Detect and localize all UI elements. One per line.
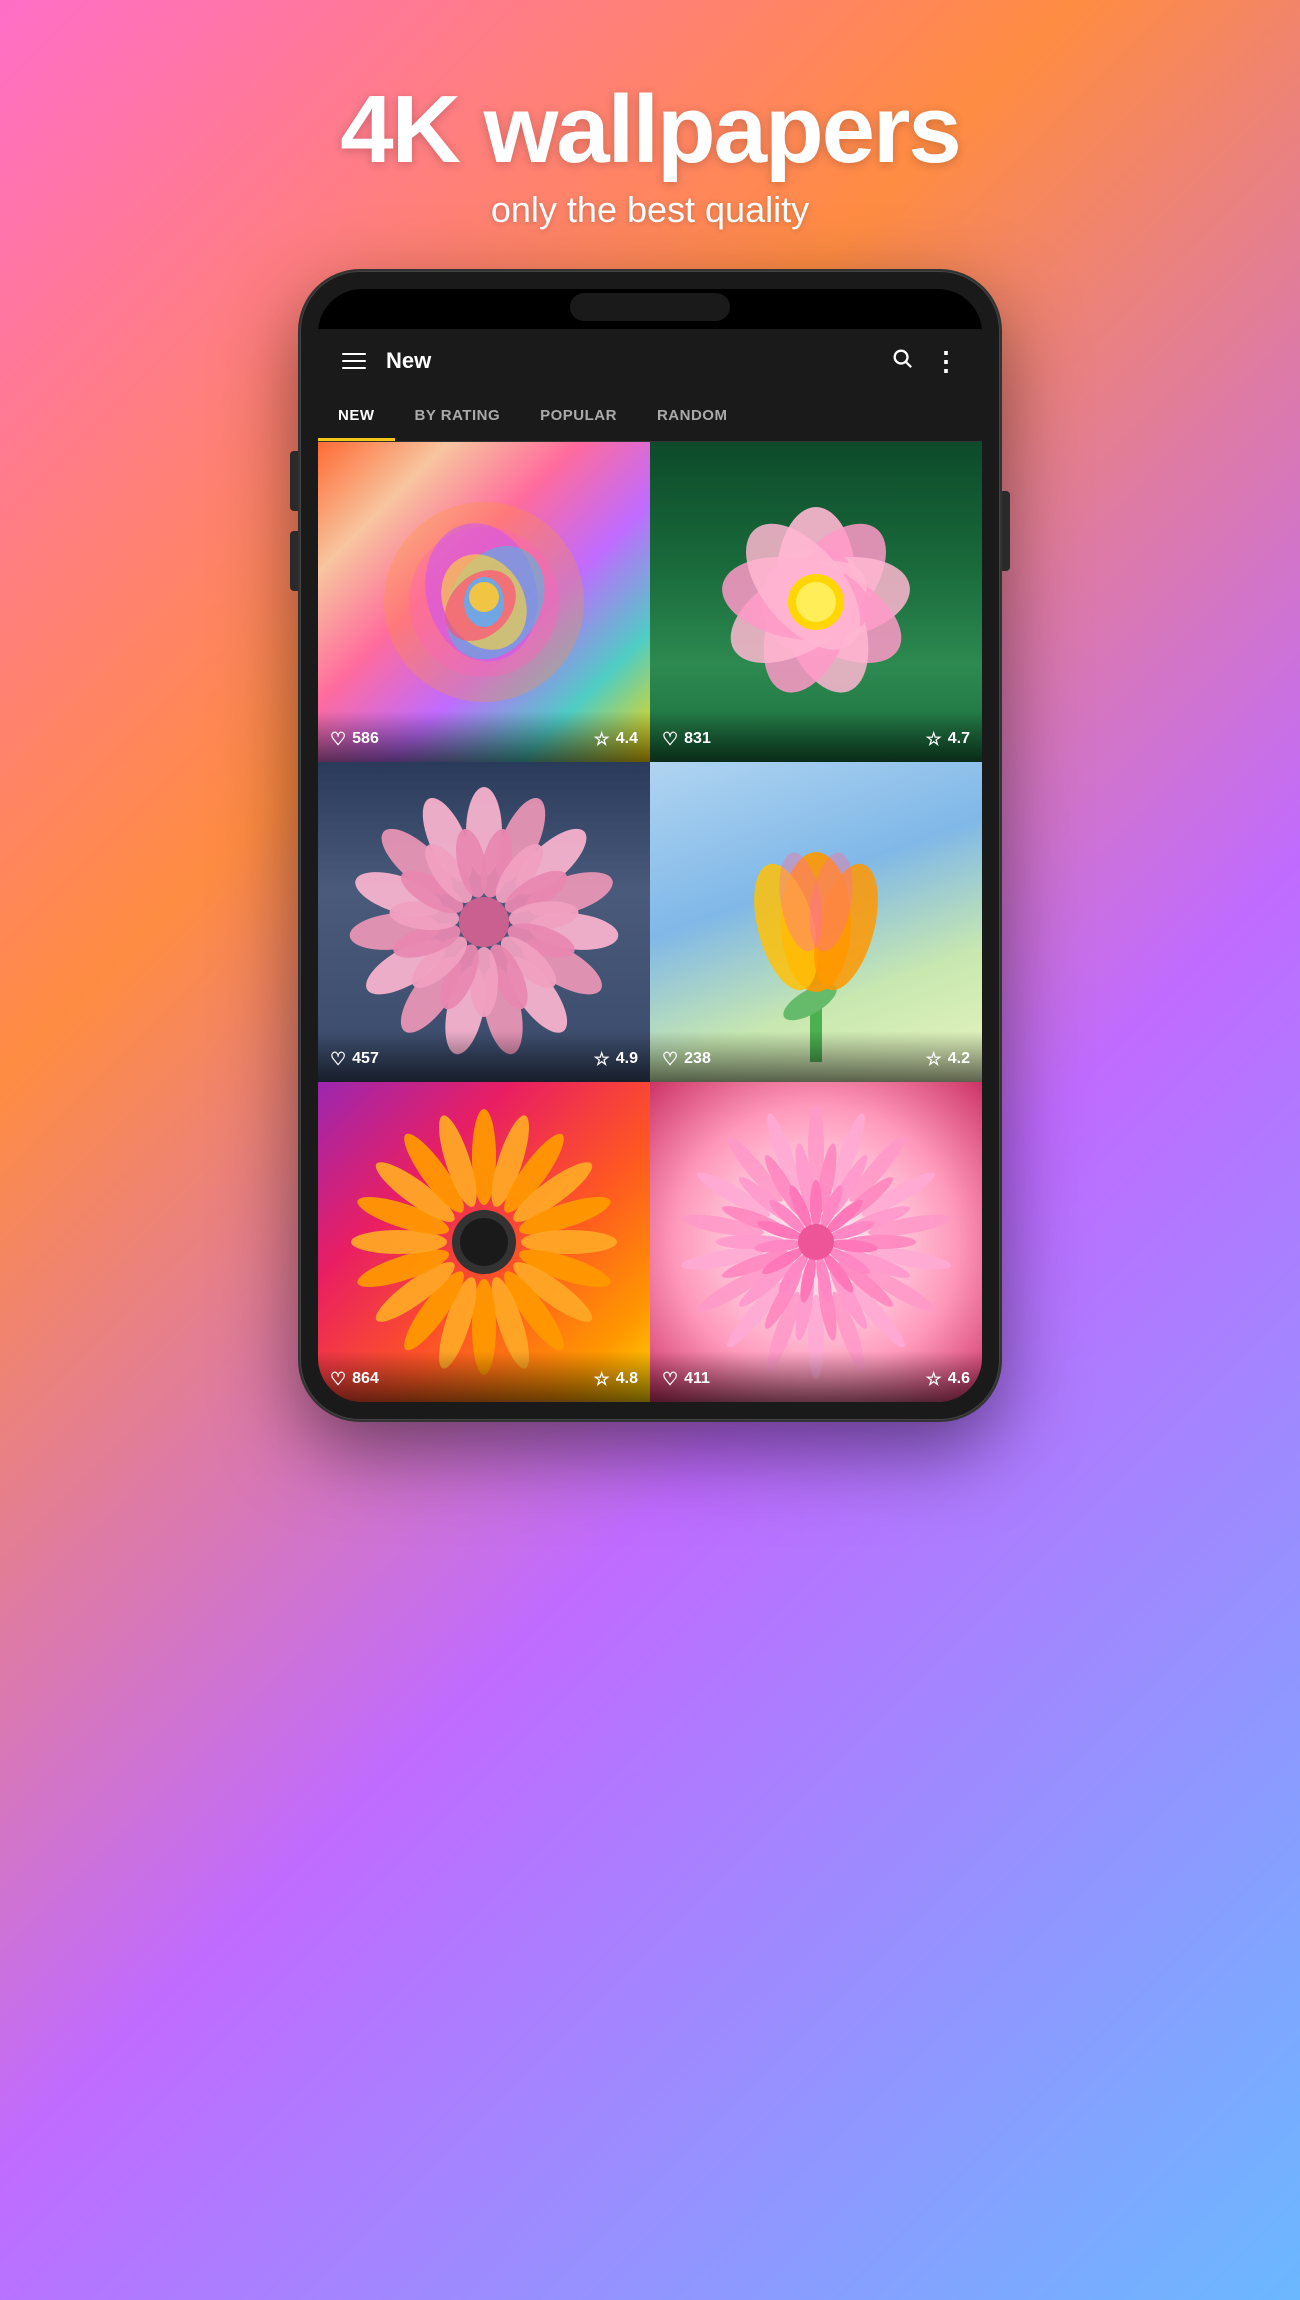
tab-bar: NEW BY RATING POPULAR RANDOM <box>318 393 982 442</box>
heart-icon: ♡ <box>662 1049 678 1070</box>
like-number-6: 411 <box>684 1370 710 1388</box>
like-count-4: ♡ 238 <box>662 1049 711 1070</box>
like-number-3: 457 <box>352 1050 379 1068</box>
like-count-5: ♡ 864 <box>330 1369 379 1390</box>
phone-top-bar <box>318 289 982 325</box>
rating-number-3: 4.9 <box>616 1050 638 1068</box>
wallpaper-grid: ♡ 586 ☆ 4.4 <box>318 442 982 1402</box>
heart-icon: ♡ <box>662 729 678 750</box>
wallpaper-item[interactable]: ♡ 831 ☆ 4.7 <box>650 442 982 762</box>
rating-number-4: 4.2 <box>948 1050 970 1068</box>
power-button <box>1002 491 1010 571</box>
app-title: New <box>386 348 431 374</box>
rating-group-5: ☆ 4.8 <box>594 1369 638 1390</box>
hero-section: 4K wallpapers only the best quality <box>340 80 960 231</box>
rating-group-2: ☆ 4.7 <box>926 729 970 750</box>
search-button[interactable] <box>891 347 913 375</box>
wallpaper-item[interactable]: ♡ 586 ☆ 4.4 <box>318 442 650 762</box>
wallpaper-stats-6: ♡ 411 ☆ 4.6 <box>650 1351 982 1402</box>
star-icon: ☆ <box>926 729 942 750</box>
phone-mockup: New ⋮ NEW BY RATING POPULAR RAN <box>300 271 1000 1420</box>
wallpaper-item[interactable]: ♡ 457 ☆ 4.9 <box>318 762 650 1082</box>
rating-number-5: 4.8 <box>616 1370 638 1388</box>
app-bar: New ⋮ <box>318 329 982 393</box>
like-count-3: ♡ 457 <box>330 1049 379 1070</box>
rating-number-2: 4.7 <box>948 730 970 748</box>
hero-subtitle: only the best quality <box>340 189 960 231</box>
volume-up-button <box>290 451 298 511</box>
star-icon: ☆ <box>594 1369 610 1390</box>
wallpaper-item[interactable]: ♡ 411 ☆ 4.6 <box>650 1082 982 1402</box>
rating-number-1: 4.4 <box>616 730 638 748</box>
rating-group-3: ☆ 4.9 <box>594 1049 638 1070</box>
rating-group-1: ☆ 4.4 <box>594 729 638 750</box>
volume-down-button <box>290 531 298 591</box>
hamburger-icon <box>342 353 366 369</box>
star-icon: ☆ <box>594 1049 610 1070</box>
wallpaper-item[interactable]: ♡ 864 ☆ 4.8 <box>318 1082 650 1402</box>
star-icon: ☆ <box>594 729 610 750</box>
wallpaper-stats-2: ♡ 831 ☆ 4.7 <box>650 711 982 762</box>
like-number-2: 831 <box>684 730 711 748</box>
like-number-1: 586 <box>352 730 379 748</box>
like-count-6: ♡ 411 <box>662 1369 710 1390</box>
tab-by-rating[interactable]: BY RATING <box>395 393 521 441</box>
tab-random[interactable]: RANDOM <box>637 393 748 441</box>
more-options-button[interactable]: ⋮ <box>933 348 958 374</box>
wallpaper-stats-3: ♡ 457 ☆ 4.9 <box>318 1031 650 1082</box>
rating-group-6: ☆ 4.6 <box>926 1369 970 1390</box>
like-number-4: 238 <box>684 1050 711 1068</box>
wallpaper-item[interactable]: ♡ 238 ☆ 4.2 <box>650 762 982 1082</box>
tab-popular[interactable]: POPULAR <box>520 393 637 441</box>
hamburger-button[interactable] <box>342 353 366 369</box>
wallpaper-stats-1: ♡ 586 ☆ 4.4 <box>318 711 650 762</box>
rating-group-4: ☆ 4.2 <box>926 1049 970 1070</box>
app-bar-left: New <box>342 348 431 374</box>
phone-frame: New ⋮ NEW BY RATING POPULAR RAN <box>300 271 1000 1420</box>
rating-number-6: 4.6 <box>948 1370 970 1388</box>
heart-icon: ♡ <box>662 1369 678 1390</box>
wallpaper-stats-5: ♡ 864 ☆ 4.8 <box>318 1351 650 1402</box>
like-count-1: ♡ 586 <box>330 729 379 750</box>
app-bar-right: ⋮ <box>891 347 958 375</box>
like-number-5: 864 <box>352 1370 379 1388</box>
phone-screen: New ⋮ NEW BY RATING POPULAR RAN <box>318 289 982 1402</box>
star-icon: ☆ <box>926 1369 942 1390</box>
camera-notch <box>570 293 730 321</box>
star-icon: ☆ <box>926 1049 942 1070</box>
wallpaper-stats-4: ♡ 238 ☆ 4.2 <box>650 1031 982 1082</box>
heart-icon: ♡ <box>330 1369 346 1390</box>
heart-icon: ♡ <box>330 1049 346 1070</box>
like-count-2: ♡ 831 <box>662 729 711 750</box>
tab-new[interactable]: NEW <box>318 393 395 441</box>
hero-title: 4K wallpapers <box>340 80 960 181</box>
heart-icon: ♡ <box>330 729 346 750</box>
